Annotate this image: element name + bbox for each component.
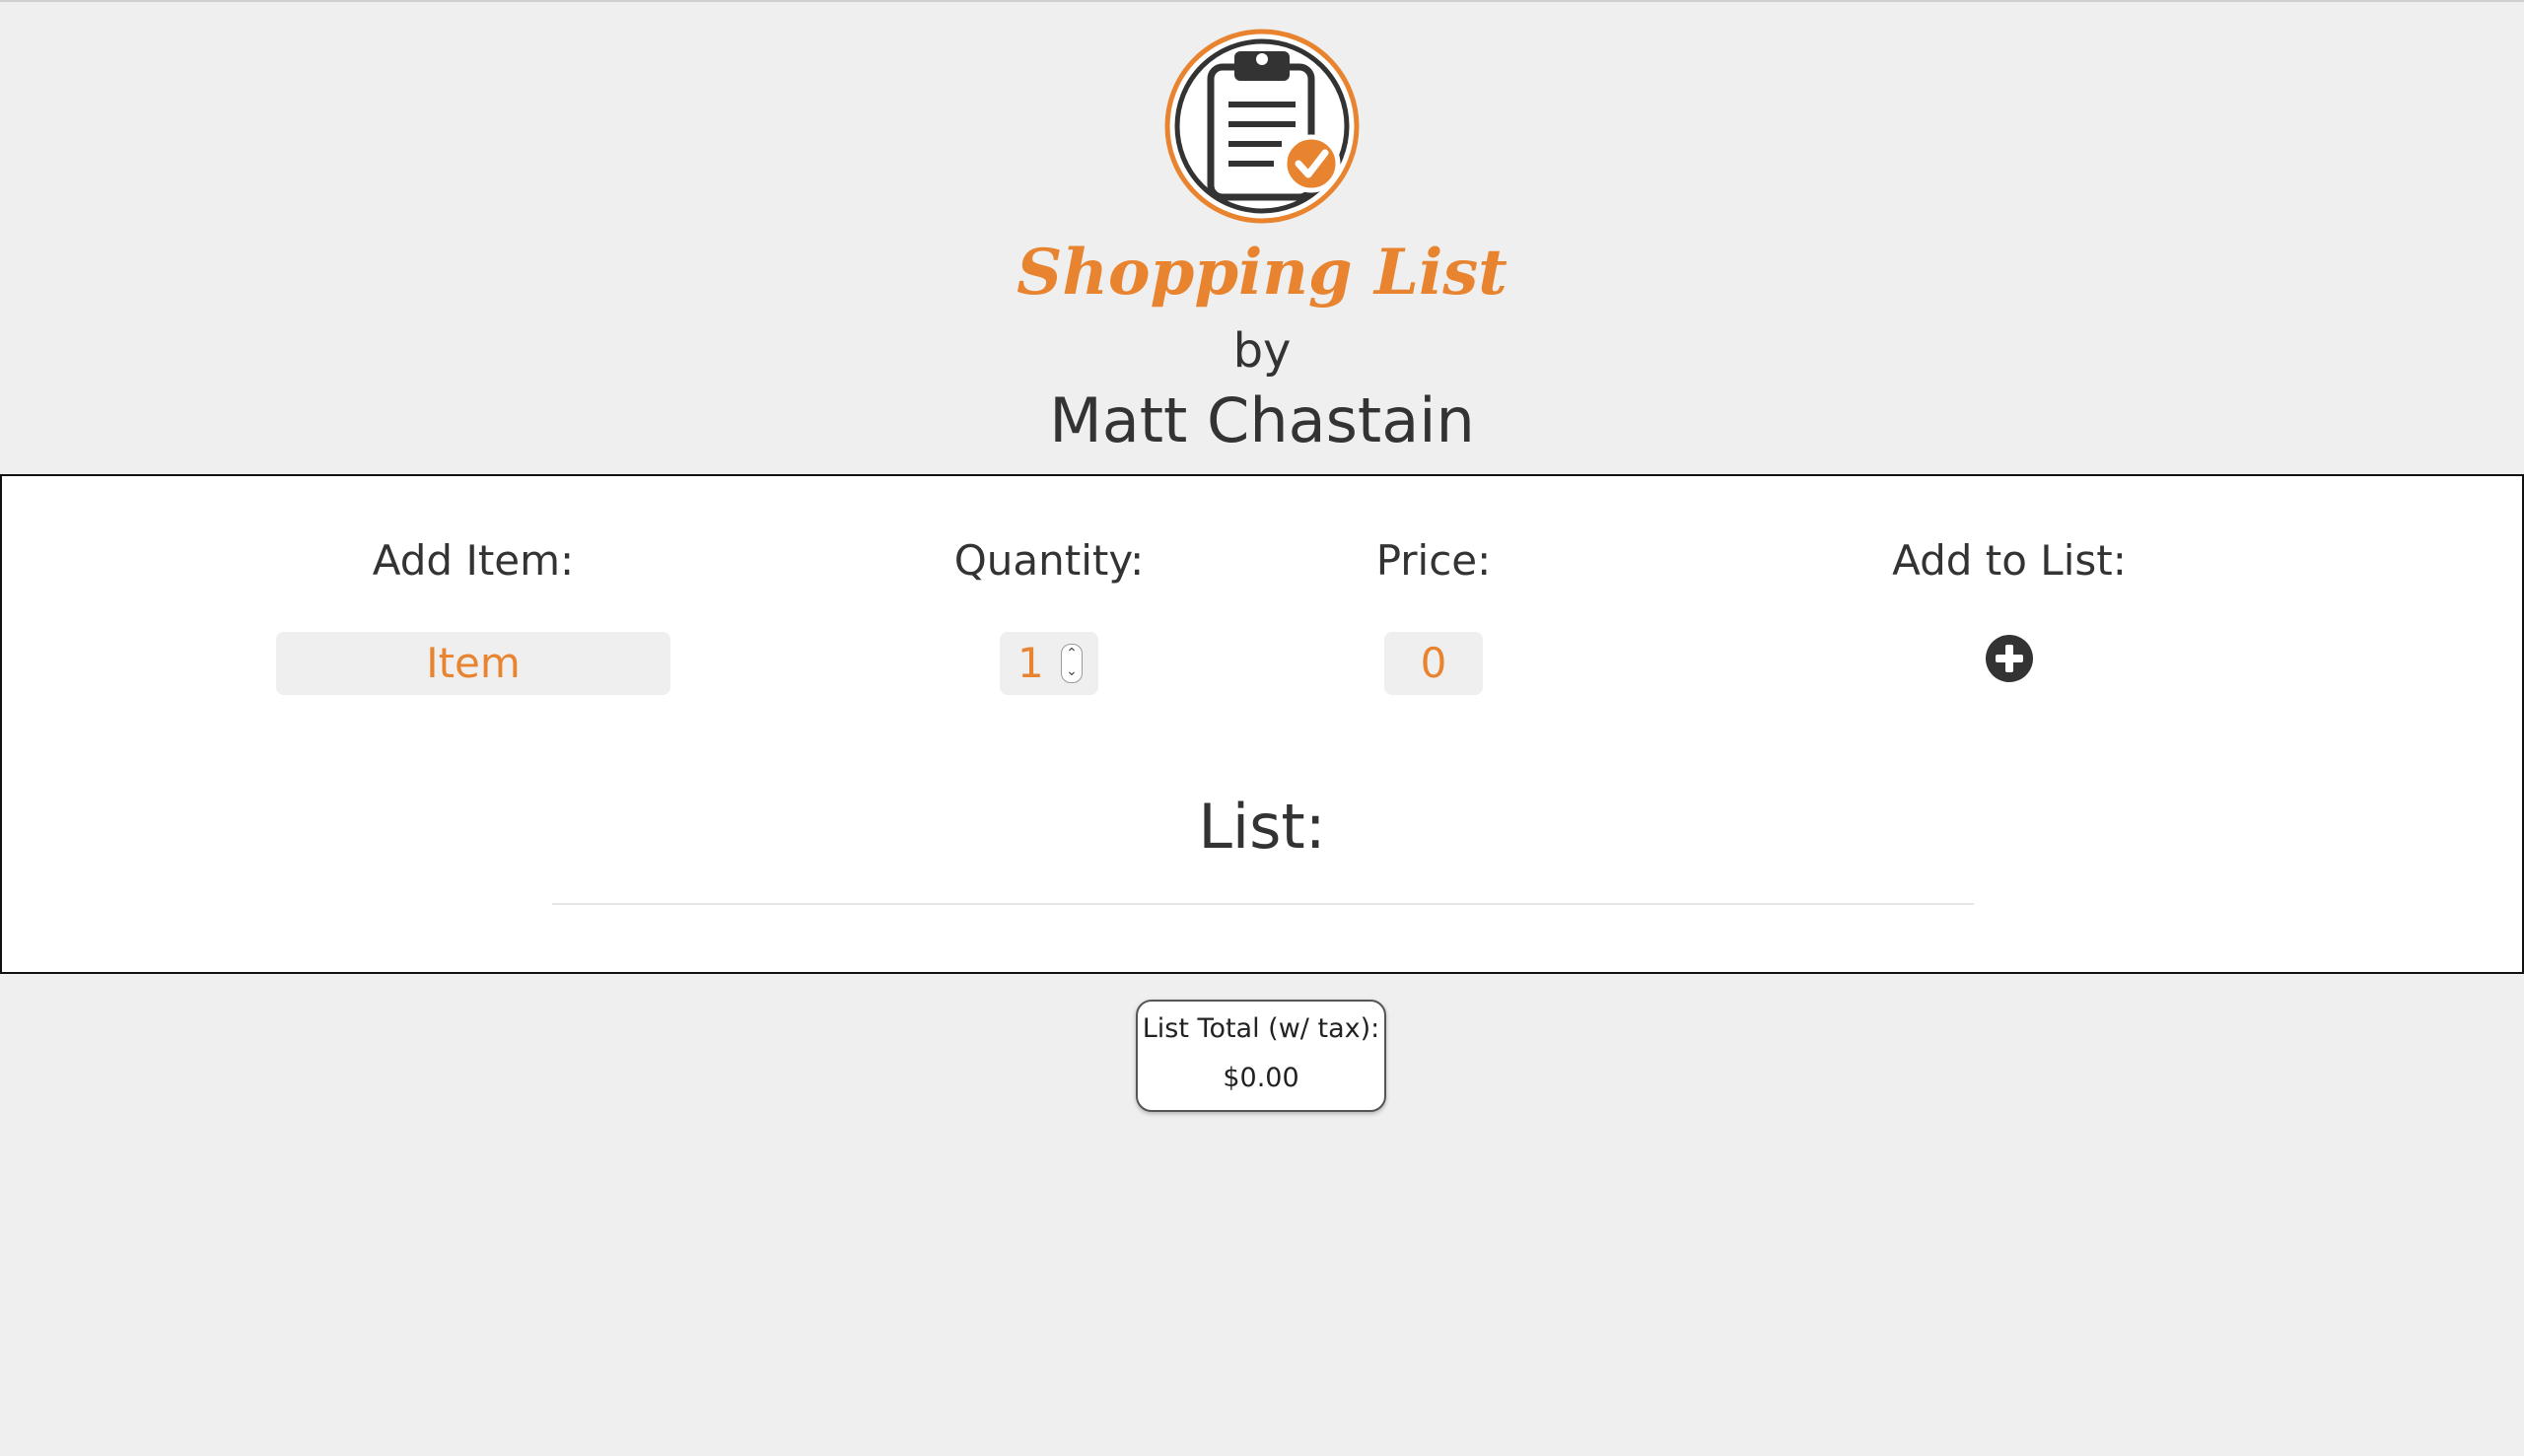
item-input-placeholder: Item (426, 639, 521, 687)
list-total-box: List Total (w/ tax): $0.00 (1136, 1000, 1386, 1112)
price-value: 0 (1420, 639, 1447, 687)
clipboard-check-icon (1163, 28, 1361, 225)
main-panel: Add Item: Quantity: Price: Add to List: … (0, 474, 2524, 974)
list-total-label: List Total (w/ tax): (1142, 1013, 1380, 1044)
quantity-value: 1 (1017, 639, 1044, 687)
plus-circle-icon (1986, 635, 2033, 682)
chevron-up-icon[interactable]: ⌃ (1062, 645, 1082, 662)
price-input[interactable]: 0 (1384, 632, 1483, 695)
list-divider (552, 903, 1974, 905)
byline: by (1232, 323, 1292, 379)
list-heading: List: (1198, 791, 1326, 863)
author-name: Matt Chastain (1049, 384, 1475, 456)
chevron-down-icon[interactable]: ⌄ (1062, 662, 1082, 680)
quantity-spinner[interactable]: ⌃ ⌄ (1061, 644, 1083, 683)
price-label: Price: (1375, 536, 1492, 585)
add-item-label: Add Item: (372, 536, 575, 585)
add-to-list-label: Add to List: (1892, 536, 2127, 585)
app-title: Shopping List (1017, 236, 1507, 310)
quantity-stepper[interactable]: 1 ⌃ ⌄ (1000, 632, 1098, 695)
app-header: Shopping List by Matt Chastain (0, 0, 2524, 473)
list-total-value: $0.00 (1223, 1063, 1299, 1093)
add-to-list-button[interactable] (1985, 634, 2034, 683)
item-input[interactable]: Item (276, 632, 670, 695)
quantity-label: Quantity: (953, 536, 1145, 585)
